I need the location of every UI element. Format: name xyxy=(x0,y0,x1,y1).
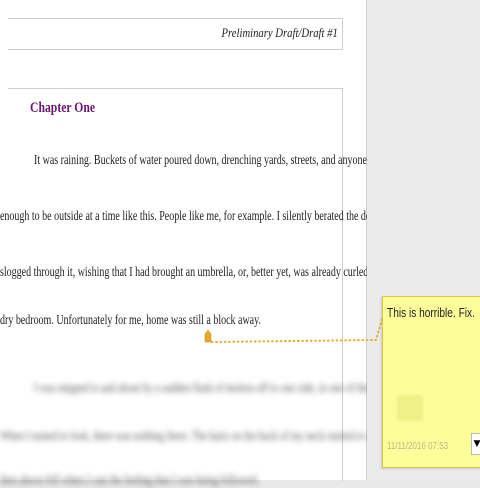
paragraph-line: enough to be outside at a time like this… xyxy=(0,208,419,223)
comment-author-icon xyxy=(397,395,423,421)
triangle-down-icon[interactable]: ▼ xyxy=(471,433,480,455)
page-header[interactable]: Preliminary Draft/Draft #1 xyxy=(8,18,343,50)
commented-line[interactable]: dry bedroom. Unfortunately for me, home … xyxy=(0,312,261,328)
document-page[interactable]: Preliminary Draft/Draft #1 Chapter One I… xyxy=(0,0,439,487)
comment-text[interactable]: This is horrible. Fix. xyxy=(387,305,475,320)
body-area-border xyxy=(8,88,343,481)
chapter-title: Chapter One xyxy=(30,100,96,116)
comment-date: 11/11/2016 07:53 xyxy=(387,441,449,452)
comment-balloon[interactable]: This is horrible. Fix. 11/11/2016 07:53 … xyxy=(382,296,480,468)
blurred-paragraph-line: then above fell when I cast the feeling … xyxy=(0,472,259,487)
header-text: Preliminary Draft/Draft #1 xyxy=(221,25,338,40)
